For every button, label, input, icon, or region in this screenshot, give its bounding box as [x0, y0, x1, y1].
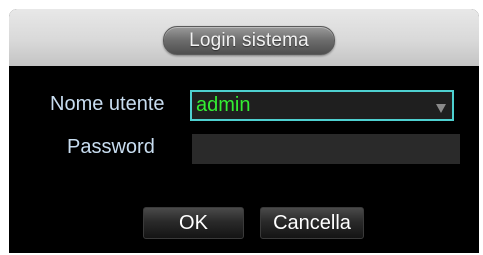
ok-button[interactable]: OK [143, 207, 244, 239]
username-dropdown[interactable]: admin [190, 90, 454, 121]
login-dialog: Login sistema Nome utente admin Password… [9, 9, 479, 253]
chevron-down-icon[interactable] [436, 104, 446, 113]
username-value: admin [196, 94, 251, 116]
password-label: Password [67, 136, 155, 158]
dialog-title: Login sistema [189, 29, 309, 51]
cancel-button[interactable]: Cancella [260, 207, 364, 239]
dialog-titlebar: Login sistema [9, 9, 479, 66]
username-label: Nome utente [50, 93, 165, 115]
password-field[interactable] [192, 134, 460, 164]
title-pill: Login sistema [163, 26, 335, 55]
